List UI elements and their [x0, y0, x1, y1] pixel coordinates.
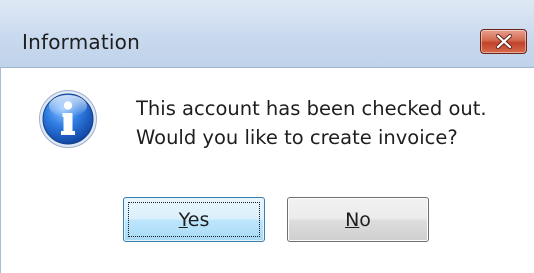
no-button[interactable]: No	[287, 197, 429, 242]
no-button-label: No	[345, 209, 371, 231]
no-mnemonic: N	[345, 208, 360, 231]
message-text: This account has been checked out. Would…	[136, 94, 487, 152]
focus-ring	[128, 202, 260, 237]
title-bar[interactable]: Information	[0, 0, 534, 68]
information-icon	[39, 90, 97, 148]
yes-button[interactable]: Yes	[123, 197, 265, 242]
message-line-2: Would you like to create invoice?	[136, 126, 458, 149]
dialog-body: This account has been checked out. Would…	[0, 68, 534, 273]
no-label-rest: o	[359, 208, 371, 231]
close-x-icon	[496, 34, 512, 49]
information-dialog: Information This account has been checke…	[0, 0, 534, 273]
message-line-1: This account has been checked out.	[136, 97, 487, 120]
close-button[interactable]	[480, 29, 527, 54]
window-title: Information	[22, 30, 140, 54]
